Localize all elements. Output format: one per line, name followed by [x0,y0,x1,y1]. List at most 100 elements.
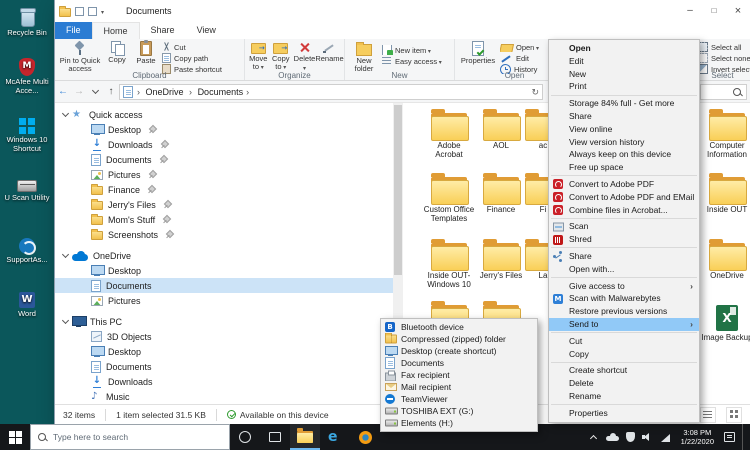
file-explorer-button[interactable] [290,424,320,450]
nav-item[interactable]: Finance [55,182,393,197]
file-tile[interactable]: Image Backup [701,301,750,342]
nav-item[interactable]: Documents [55,152,393,167]
file-tile[interactable]: Custom Office Templates [423,173,475,223]
taskbar-search[interactable]: Type here to search [30,424,230,450]
rename-button[interactable]: Rename [318,41,341,63]
context-menu-item[interactable]: View version history [549,136,699,149]
ribbon-tab[interactable]: Share [140,22,186,39]
file-tile[interactable]: OneDrive [701,239,750,280]
context-menu-item[interactable]: Restore previous versions [549,305,699,318]
copy-to-button[interactable]: Copy to [271,41,292,72]
onedrive-tray-icon[interactable] [606,433,619,441]
pin-to-quick-access-button[interactable]: Pin to Quick access [58,41,102,73]
context-menu-item[interactable]: Create shortcut [549,364,699,377]
forward-button[interactable] [71,86,87,97]
nav-item[interactable]: Music [55,389,393,404]
qat-customize-icon[interactable] [101,6,104,16]
refresh-icon[interactable] [531,87,539,98]
ribbon-tab[interactable]: File [55,22,92,39]
nav-scrollbar-thumb[interactable] [394,105,402,275]
context-menu-item[interactable]: Copy [549,348,699,361]
qat-properties-icon[interactable] [75,7,84,16]
delete-button[interactable]: Delete [293,41,316,73]
send-to-menu-item[interactable]: Documents [381,357,537,369]
properties-button[interactable]: Properties [458,41,498,65]
maximize-button[interactable] [702,0,726,22]
context-menu-item[interactable]: Print [549,80,699,93]
up-button[interactable] [103,86,119,97]
context-menu-item[interactable]: Scan with Malwarebytes [549,292,699,305]
close-button[interactable] [726,0,750,22]
context-menu-item[interactable]: Rename [549,390,699,403]
nav-item[interactable]: Desktop [55,122,393,137]
context-menu-item[interactable]: Properties [549,407,699,420]
context-menu-item[interactable]: Shred [549,233,699,246]
context-menu-item[interactable]: Open with... [549,263,699,276]
ribbon-tab[interactable]: View [186,22,227,39]
easy-access-button[interactable]: Easy access [382,56,448,66]
cortana-button[interactable] [230,424,260,450]
file-tile[interactable]: Inside OUT [701,173,750,214]
context-menu-item[interactable]: Free up space [549,161,699,174]
send-to-menu-item[interactable]: TeamViewer [381,393,537,405]
context-menu-item[interactable]: Cut [549,335,699,348]
context-menu-item[interactable]: Edit [549,55,699,68]
nav-item[interactable]: Desktop [55,263,393,278]
chevron-down-icon[interactable] [61,110,70,119]
browser-button[interactable] [350,424,380,450]
edit-button[interactable]: Edit [500,53,550,63]
copy-button[interactable]: Copy [104,41,130,64]
nav-item[interactable]: Pictures [55,293,393,308]
search-box[interactable] [700,84,747,100]
chevron-down-icon[interactable] [61,251,70,260]
nav-item[interactable]: Documents [55,278,393,293]
send-to-menu-item[interactable]: Compressed (zipped) folder [381,333,537,345]
nav-item[interactable]: Quick access [55,107,393,122]
context-menu-item[interactable]: Convert to Adobe PDF and EMail [549,191,699,204]
send-to-menu-item[interactable]: Fax recipient [381,369,537,381]
security-tray-icon[interactable] [626,432,635,442]
tray-expand-button[interactable] [589,433,599,442]
nav-item[interactable]: Downloads [55,374,393,389]
context-menu-item[interactable]: Scan [549,220,699,233]
new-item-button[interactable]: New item [382,45,448,55]
send-to-menu-item[interactable]: Elements (H:) [381,417,537,429]
desktop-icon[interactable]: U Scan Utility [2,180,52,203]
context-menu-item[interactable]: Give access to [549,280,699,293]
context-menu-item[interactable]: Send to [549,318,699,331]
context-menu-item[interactable]: Share [549,250,699,263]
context-menu-item[interactable]: Storage 84% full - Get more [549,97,699,110]
nav-item[interactable]: This PC [55,314,393,329]
new-folder-button[interactable]: New folder [348,41,380,73]
nav-item[interactable]: Pictures [55,167,393,182]
chevron-down-icon[interactable] [61,317,70,326]
show-desktop-button[interactable] [742,424,747,450]
action-center-button[interactable] [724,432,735,442]
nav-item[interactable]: Downloads [55,137,393,152]
send-to-menu-item[interactable]: Bluetooth device [381,321,537,333]
icons-view-button[interactable] [726,407,742,423]
details-view-button[interactable] [700,407,716,423]
ribbon-tab[interactable]: Home [92,22,140,39]
context-menu-item[interactable]: Always keep on this device [549,148,699,161]
file-tile[interactable]: Adobe Acrobat [423,109,475,159]
send-to-menu-item[interactable]: Desktop (create shortcut) [381,345,537,357]
nav-item[interactable]: Screenshots [55,227,393,242]
desktop-icon[interactable]: SupportAs... [2,238,52,265]
desktop-icon[interactable]: McAfee Multi Acce... [2,58,52,95]
cut-button[interactable]: Cut [162,42,234,52]
recent-locations-dropdown[interactable] [87,86,103,97]
send-to-menu-item[interactable]: TOSHIBA EXT (G:) [381,405,537,417]
context-menu-item[interactable]: Combine files in Acrobat... [549,204,699,217]
copy-path-button[interactable]: Copy path [162,53,234,63]
address-bar[interactable]: OneDrive Documents [119,84,543,100]
desktop-icon[interactable]: Word [2,292,52,319]
context-menu-item[interactable]: Share [549,110,699,123]
select-all-button[interactable]: Select all [698,42,750,52]
nav-item[interactable]: Jerry's Files [55,197,393,212]
paste-button[interactable]: Paste [132,41,160,65]
move-to-button[interactable]: Move to [248,41,269,72]
file-tile[interactable]: Computer Information [701,109,750,159]
back-button[interactable] [55,86,71,97]
qat-new-folder-icon[interactable] [88,7,97,16]
